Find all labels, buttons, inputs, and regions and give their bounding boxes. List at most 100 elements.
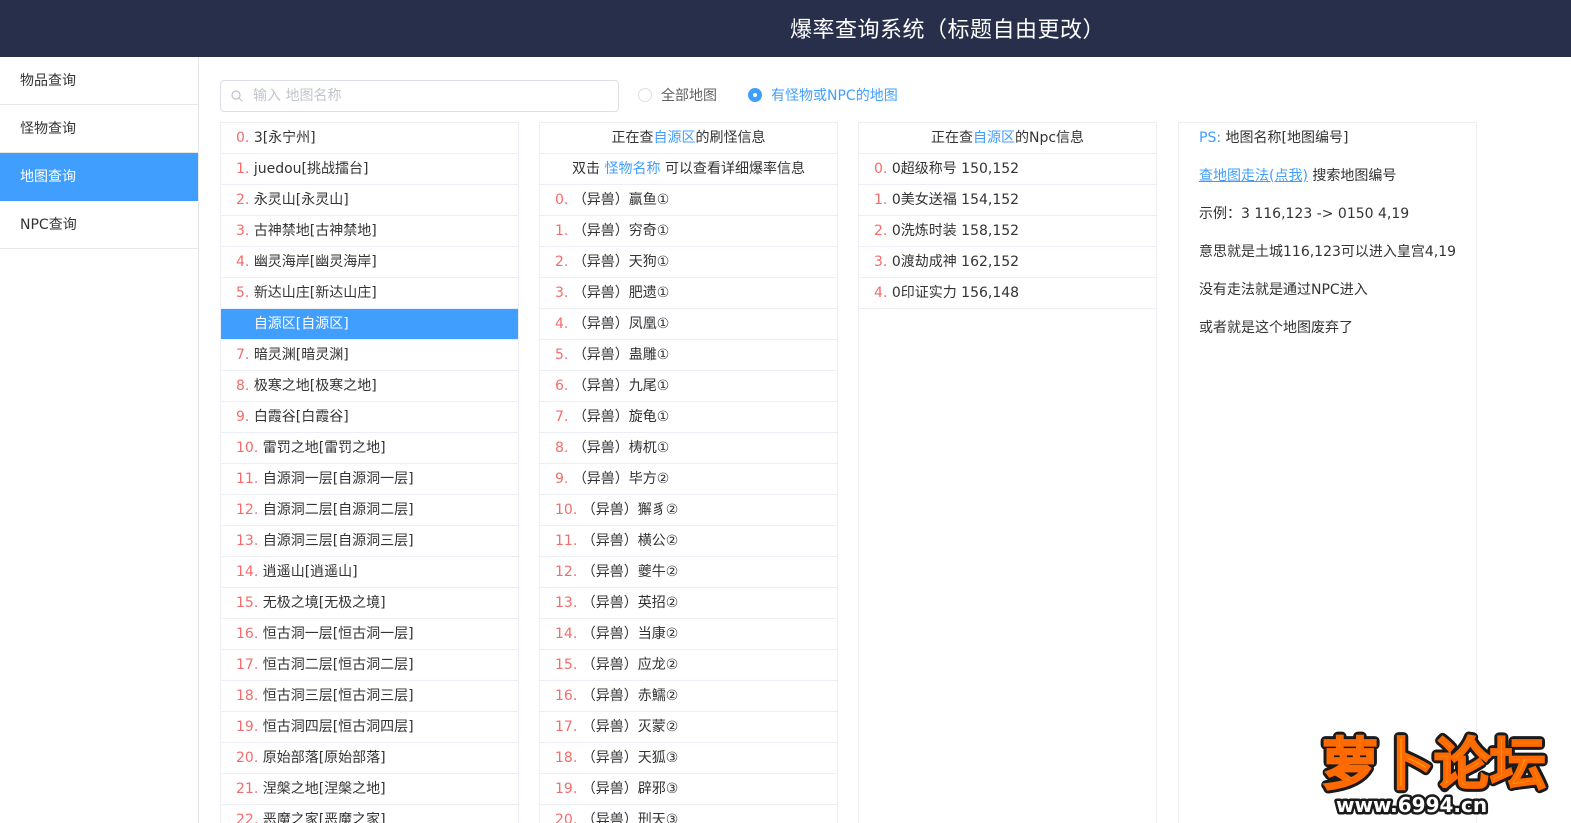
row-label: 幽灵海岸[幽灵海岸] [253,254,377,270]
row-index: 13. [555,595,578,611]
row-index: 21. [236,781,259,797]
page-title: 爆率查询系统（标题自由更改） [790,18,1106,43]
map-list-item[interactable]: 9. 白霞谷[白霞谷] [221,402,518,433]
map-list-item[interactable]: 2. 永灵山[永灵山] [221,185,518,216]
monster-list-item[interactable]: 10. （异兽）獬豸② [540,495,837,526]
npc-list-item[interactable]: 0. 0超级称号 150,152 [859,154,1156,185]
row-label: （异兽）灭蒙② [581,719,679,735]
row-index: 20. [555,812,578,823]
row-index: 6. [236,316,250,332]
map-list-item[interactable]: 17. 恒古洞二层[恒古洞二层] [221,650,518,681]
monster-list-item[interactable]: 6. （异兽）九尾① [540,371,837,402]
row-index: 11. [236,471,259,487]
monster-list-item[interactable]: 0. （异兽）赢鱼① [540,185,837,216]
map-path-note: 查地图走法(点我) 搜索地图编号 [1199,168,1397,184]
row-label: 0印证实力 156,148 [891,285,1020,301]
monster-list-item[interactable]: 1. （异兽）穷奇① [540,216,837,247]
monster-list-item[interactable]: 11. （异兽）横公② [540,526,837,557]
npc-list-item[interactable]: 3. 0渡劫成神 162,152 [859,247,1156,278]
map-list-item[interactable]: 13. 自源洞三层[自源洞三层] [221,526,518,557]
row-label: （异兽）旋龟① [572,409,670,425]
row-label: 0超级称号 150,152 [891,161,1020,177]
row-index: 18. [555,750,578,766]
monster-list-item[interactable]: 7. （异兽）旋龟① [540,402,837,433]
map-list-item[interactable]: 0. 3[永宁州] [221,123,518,154]
map-list-item[interactable]: 19. 恒古洞四层[恒古洞四层] [221,712,518,743]
npc-list-item[interactable]: 1. 0美女送福 154,152 [859,185,1156,216]
monster-list-item[interactable]: 9. （异兽）毕方② [540,464,837,495]
sidebar-item-item-query[interactable]: 物品查询 [0,57,198,105]
current-map-name: 自源区 [653,130,696,146]
monster-list-item[interactable]: 14. （异兽）当康② [540,619,837,650]
map-list-item[interactable]: 6. 自源区[自源区] [221,309,518,340]
monster-list-item[interactable]: 3. （异兽）肥遗① [540,278,837,309]
monster-list-item[interactable]: 4. （异兽）凤凰① [540,309,837,340]
map-list-item[interactable]: 18. 恒古洞三层[恒古洞三层] [221,681,518,712]
radio-label: 有怪物或NPC的地图 [771,88,898,104]
row-index: 14. [555,626,578,642]
map-list-item[interactable]: 21. 涅槃之地[涅槃之地] [221,774,518,805]
map-list-item[interactable]: 20. 原始部落[原始部落] [221,743,518,774]
map-list-item[interactable]: 3. 古神禁地[古神禁地] [221,216,518,247]
row-index: 1. [555,223,569,239]
row-index: 13. [236,533,259,549]
monster-list-item[interactable]: 13. （异兽）英招② [540,588,837,619]
row-label: （异兽）凤凰① [572,316,670,332]
map-list-item[interactable]: 11. 自源洞一层[自源洞一层] [221,464,518,495]
monster-list-item[interactable]: 20. （异兽）刑天③ [540,805,837,823]
abandoned-note: 或者就是这个地图废弃了 [1199,320,1353,336]
sidebar-item-map-query[interactable]: 地图查询 [0,153,198,201]
monster-list-item[interactable]: 2. （异兽）天狗① [540,247,837,278]
map-list-item[interactable]: 4. 幽灵海岸[幽灵海岸] [221,247,518,278]
row-index: 9. [555,471,569,487]
radio-circle-checked[interactable] [748,88,762,102]
sidebar-item-npc-query[interactable]: NPC查询 [0,201,198,249]
row-label: （异兽）夔牛② [581,564,679,580]
row-label: （异兽）赤鱬② [581,688,679,704]
monster-list-item[interactable]: 8. （异兽）梼杌① [540,433,837,464]
radio-maps-with-monsters[interactable]: 有怪物或NPC的地图 [748,85,898,105]
map-list-item[interactable]: 22. 恶魔之家[恶魔之家] [221,805,518,823]
row-index: 2. [874,223,888,239]
radio-circle[interactable] [638,88,652,102]
monster-list-item[interactable]: 17. （异兽）灭蒙② [540,712,837,743]
map-list-item[interactable]: 10. 雷罚之地[雷罚之地] [221,433,518,464]
row-label: 极寒之地[极寒之地] [253,378,377,394]
row-label: 暗灵渊[暗灵渊] [253,347,349,363]
map-list: 0. 3[永宁州] 1. juedou[挑战擂台] 2. 永灵山[永灵山] 3. 古神… [220,122,519,823]
map-list-item[interactable]: 5. 新达山庄[新达山庄] [221,278,518,309]
row-index: 3. [555,285,569,301]
map-search-box[interactable] [220,80,619,112]
map-list-item[interactable]: 12. 自源洞二层[自源洞二层] [221,495,518,526]
npc-list-item[interactable]: 4. 0印证实力 156,148 [859,278,1156,309]
monster-list-item[interactable]: 18. （异兽）天狐③ [540,743,837,774]
radio-all-maps[interactable]: 全部地图 [638,85,717,105]
npc-list: 正在查自源区的Npc信息 0. 0超级称号 150,152 1. 0美女送福 15… [858,122,1157,823]
click-me-link[interactable]: (点我) [1269,168,1308,184]
row-label: 自源洞二层[自源洞二层] [262,502,414,518]
monster-list-item[interactable]: 16. （异兽）赤鱬② [540,681,837,712]
row-index: 17. [555,719,578,735]
row-label: 无极之境[无极之境] [262,595,386,611]
search-icon [231,90,243,102]
map-list-item[interactable]: 16. 恒古洞一层[恒古洞一层] [221,619,518,650]
map-list-item[interactable]: 14. 逍遥山[逍遥山] [221,557,518,588]
search-input[interactable] [253,85,608,107]
row-index: 17. [236,657,259,673]
row-label: （异兽）梼杌① [572,440,670,456]
sidebar-item-monster-query[interactable]: 怪物查询 [0,105,198,153]
map-list-item[interactable]: 1. juedou[挑战擂台] [221,154,518,185]
row-label: （异兽）天狐③ [581,750,679,766]
monster-list-item[interactable]: 12. （异兽）夔牛② [540,557,837,588]
map-list-item[interactable]: 7. 暗灵渊[暗灵渊] [221,340,518,371]
monster-list-item[interactable]: 19. （异兽）辟邪③ [540,774,837,805]
row-label: 恒古洞一层[恒古洞一层] [262,626,414,642]
monster-list-item[interactable]: 15. （异兽）应龙② [540,650,837,681]
row-label: 恒古洞三层[恒古洞三层] [262,688,414,704]
map-path-link[interactable]: 查地图走法 [1199,168,1269,184]
map-list-item[interactable]: 15. 无极之境[无极之境] [221,588,518,619]
monster-list-item[interactable]: 5. （异兽）蛊雕① [540,340,837,371]
row-index: 3. [874,254,888,270]
npc-list-item[interactable]: 2. 0洗炼时装 158,152 [859,216,1156,247]
map-list-item[interactable]: 8. 极寒之地[极寒之地] [221,371,518,402]
